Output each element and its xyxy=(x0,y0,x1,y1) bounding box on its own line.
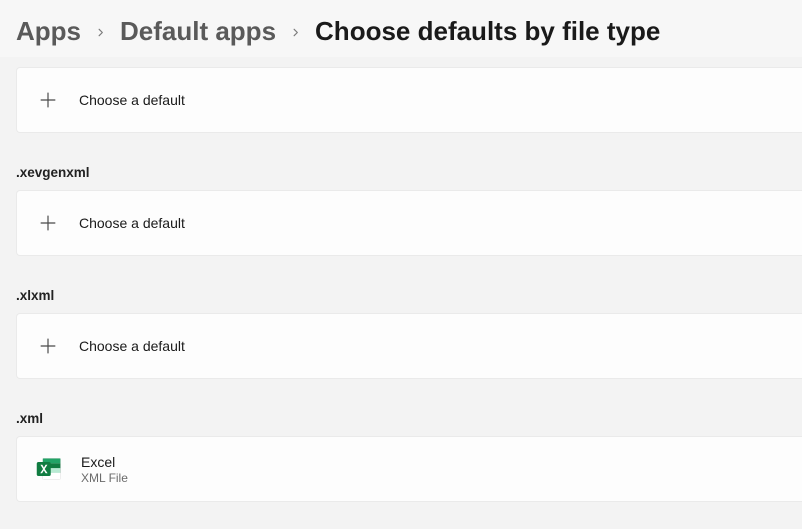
app-text: Excel XML File xyxy=(81,454,128,485)
chevron-right-icon xyxy=(95,25,106,41)
file-extension-label: .xevgenxml xyxy=(0,165,802,180)
plus-icon xyxy=(35,87,61,113)
excel-icon xyxy=(35,455,63,483)
file-extension-label: .xml xyxy=(0,411,802,426)
choose-default-row-xevgenxml[interactable]: Choose a default xyxy=(16,190,802,256)
app-name: Excel xyxy=(81,454,128,470)
default-app-row-xml[interactable]: Excel XML File xyxy=(16,436,802,502)
file-type-list: .ps1xml Choose a default .xevgenxml Choo… xyxy=(0,57,802,526)
chevron-right-icon xyxy=(290,25,301,41)
choose-default-label: Choose a default xyxy=(79,215,185,231)
file-extension-label: .xlxml xyxy=(0,288,802,303)
choose-default-label: Choose a default xyxy=(79,338,185,354)
plus-icon xyxy=(35,210,61,236)
breadcrumb-current: Choose defaults by file type xyxy=(315,16,660,47)
breadcrumb-default-apps[interactable]: Default apps xyxy=(120,16,276,47)
breadcrumb-apps[interactable]: Apps xyxy=(16,16,81,47)
app-description: XML File xyxy=(81,471,128,485)
choose-default-row-xlxml[interactable]: Choose a default xyxy=(16,313,802,379)
choose-default-label: Choose a default xyxy=(79,92,185,108)
plus-icon xyxy=(35,333,61,359)
breadcrumb: Apps Default apps Choose defaults by fil… xyxy=(0,0,802,57)
choose-default-row-ps1xml[interactable]: Choose a default xyxy=(16,67,802,133)
